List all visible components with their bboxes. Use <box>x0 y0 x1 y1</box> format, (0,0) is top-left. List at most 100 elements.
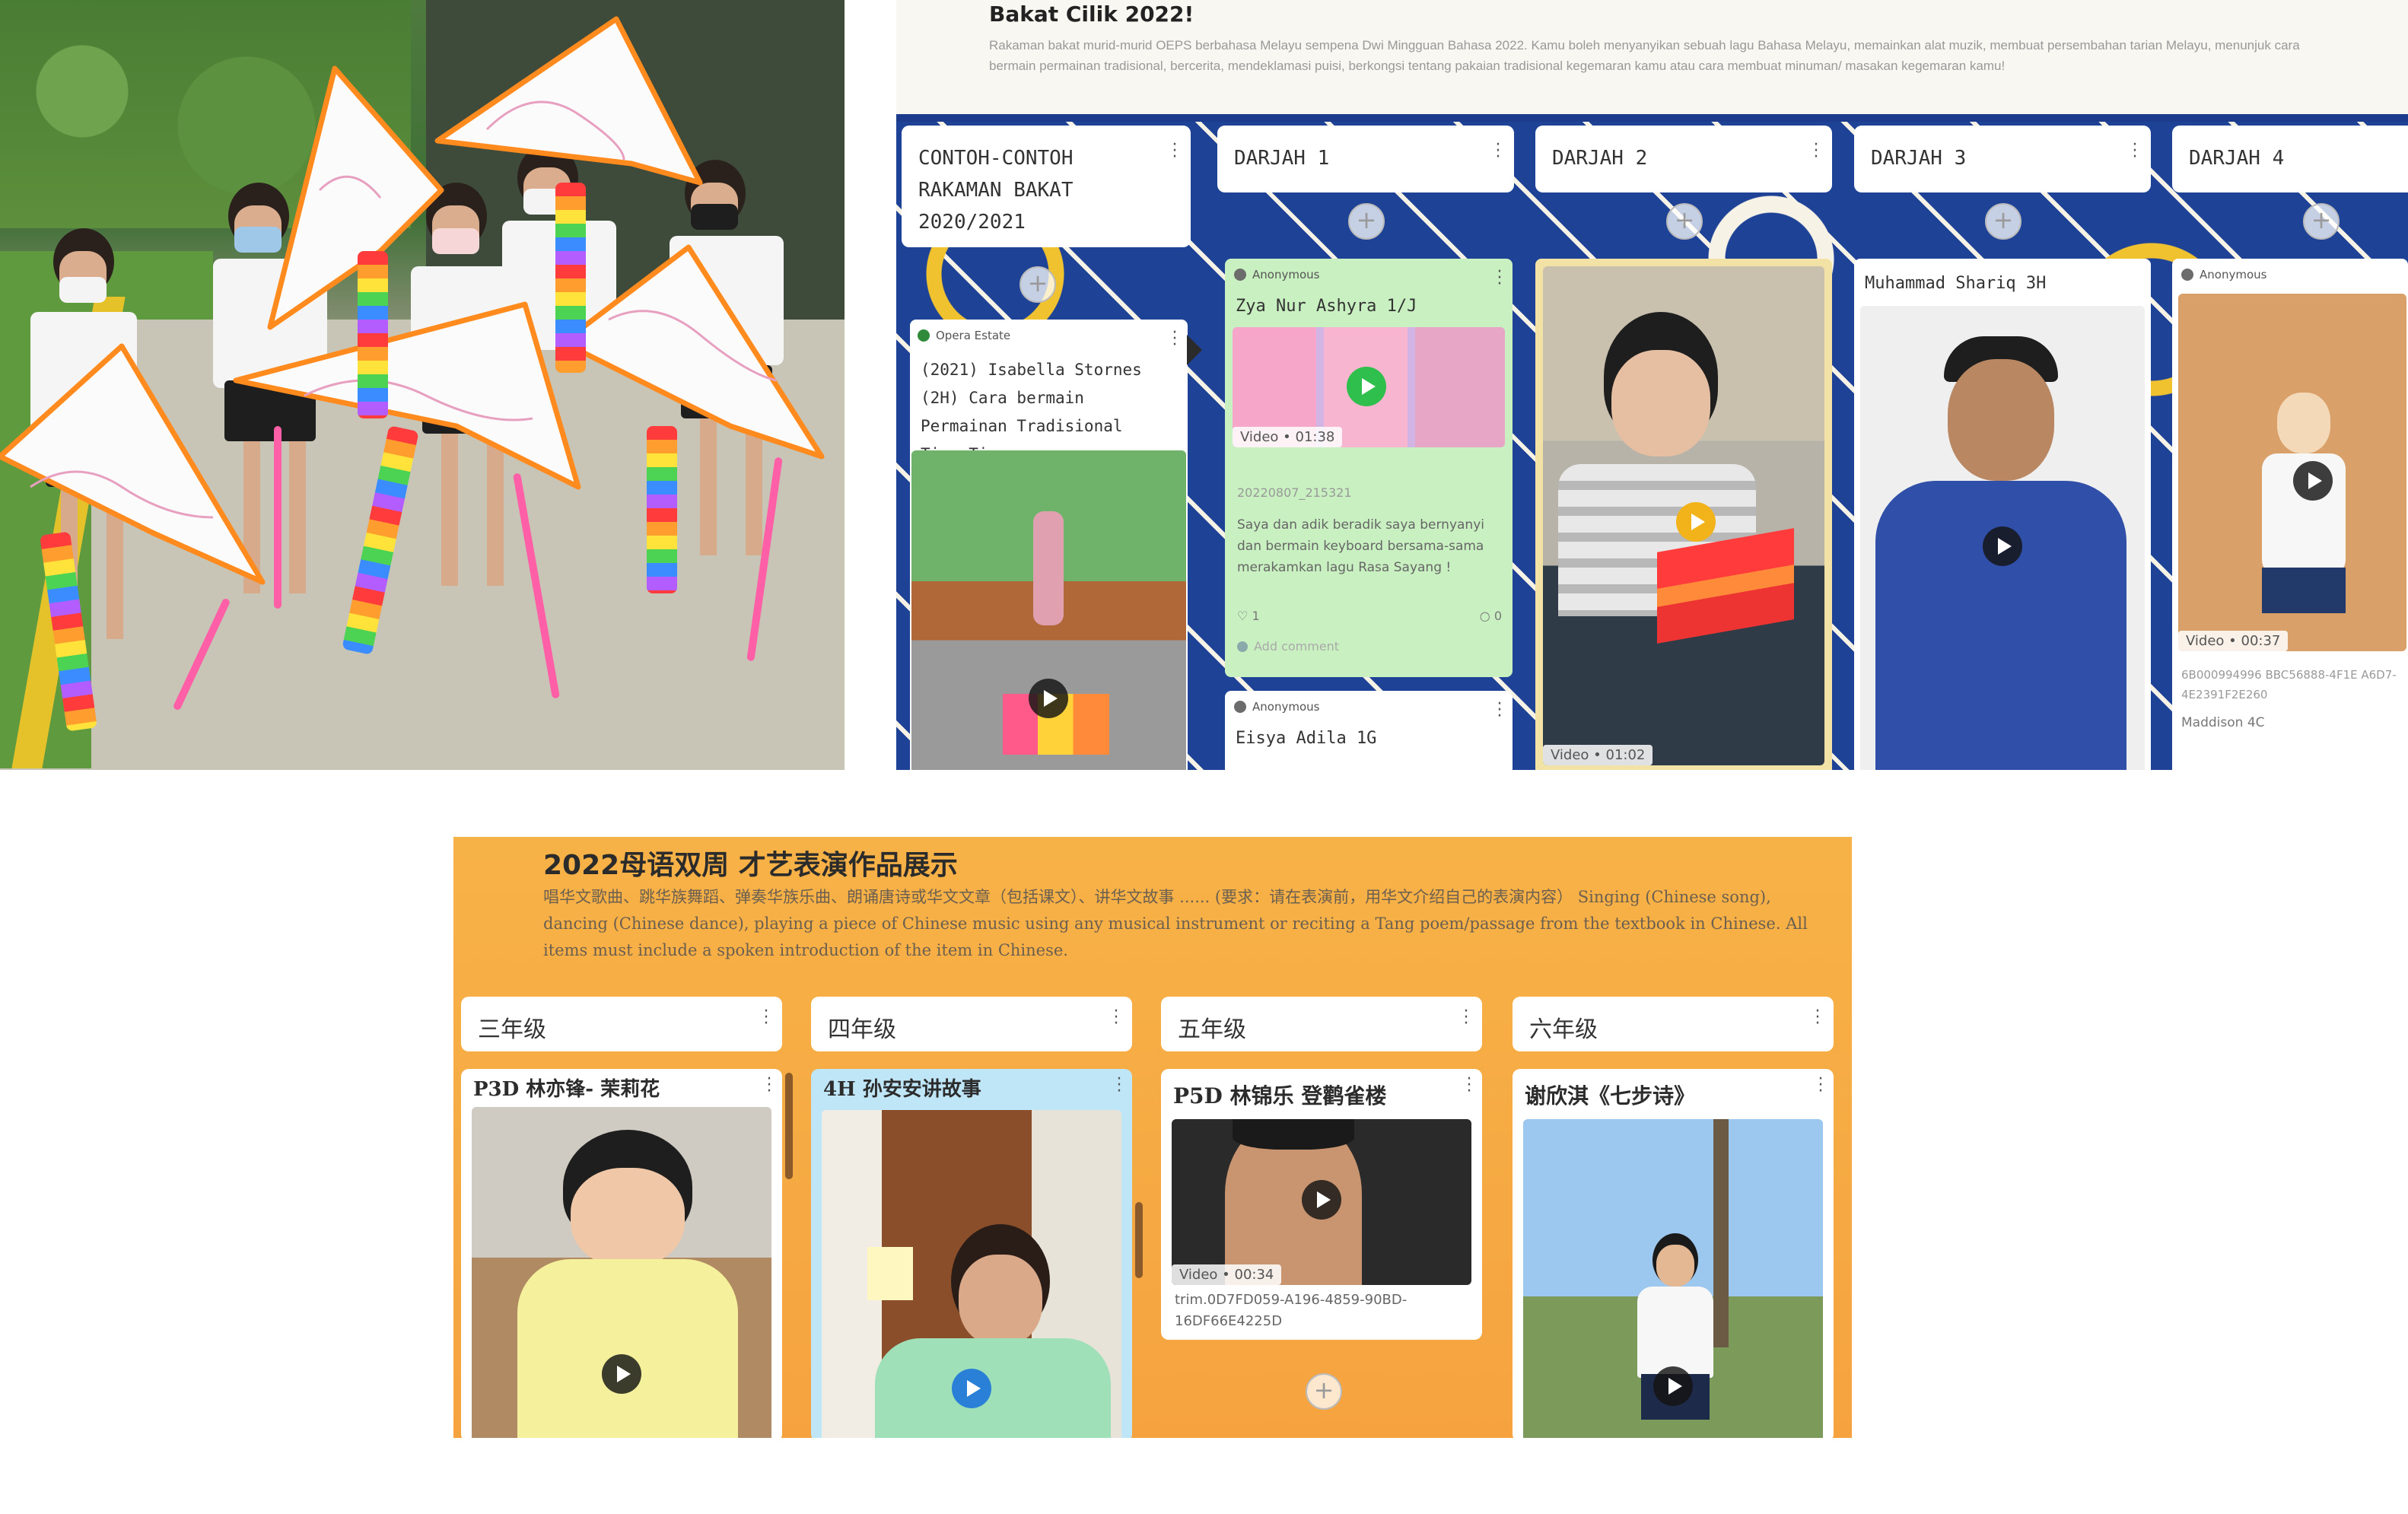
post-title: Eisya Adila 1G <box>1236 729 1377 748</box>
child-face <box>1656 1245 1694 1287</box>
play-icon[interactable] <box>952 1369 991 1408</box>
post-card[interactable]: Anonymous · · · Eisya Adila 1G <box>1225 691 1513 770</box>
scrollbar[interactable] <box>1135 1202 1143 1278</box>
video-thumbnail[interactable] <box>1860 306 2145 770</box>
video-thumbnail[interactable] <box>911 450 1186 770</box>
play-icon[interactable] <box>1983 526 2022 566</box>
video-thumbnail[interactable] <box>1523 1119 1823 1438</box>
palm-trunk <box>1713 1119 1729 1347</box>
post-card[interactable]: Video • 01:02 <box>1535 259 1832 770</box>
play-icon[interactable] <box>1029 679 1068 718</box>
yellow-shirt <box>517 1259 738 1438</box>
scrollbar[interactable] <box>785 1073 793 1179</box>
more-options-icon[interactable]: · · · <box>1815 1071 1826 1100</box>
post-caption: Maddison 4C <box>2181 715 2265 730</box>
play-icon[interactable] <box>1676 502 1716 542</box>
add-post-icon[interactable]: + <box>1666 203 1703 240</box>
file-name: 6B000994996 BBC56888-4F1E A6D7-4E2391F2E… <box>2181 668 2397 701</box>
child-face <box>959 1255 1042 1346</box>
video-thumbnail[interactable]: Video • 00:37 <box>2178 294 2406 651</box>
more-options-icon[interactable]: · · · <box>1169 137 1180 166</box>
sticky-note <box>867 1247 913 1300</box>
kite-tail <box>555 183 586 373</box>
column-title: 三年级 <box>478 1016 546 1043</box>
column-title: DARJAH 3 <box>1871 147 1967 170</box>
video-duration: Video • 00:37 <box>2178 631 2289 651</box>
video-duration: Video • 00:34 <box>1172 1264 1282 1285</box>
post-card[interactable]: 4H 孙安安讲故事 · · · <box>811 1069 1132 1438</box>
more-options-icon[interactable]: · · · <box>1169 325 1180 354</box>
more-options-icon[interactable]: · · · <box>1464 1071 1474 1100</box>
column-header[interactable]: 六年级 · · · <box>1513 997 1834 1051</box>
post-card[interactable]: P5D 林锦乐 登鹳雀楼 · · · Video • 00:34 trim.0D7F… <box>1161 1069 1482 1340</box>
add-post-icon[interactable]: + <box>1985 203 2022 240</box>
comment-icon: ○ <box>1479 609 1490 623</box>
add-post-icon[interactable]: + <box>1020 266 1056 303</box>
kite-tail <box>358 251 388 418</box>
more-options-icon[interactable]: · · · <box>1461 1004 1471 1032</box>
video-thumbnail[interactable]: Video • 00:34 <box>1172 1119 1471 1285</box>
more-options-icon[interactable]: · · · <box>764 1071 775 1100</box>
play-icon[interactable] <box>2293 461 2333 501</box>
post-card[interactable]: Anonymous · · · Zya Nur Ashyra 1/J Video •… <box>1225 259 1513 677</box>
post-title: P3D 林亦锋- 茉莉花 <box>473 1078 660 1101</box>
column-header[interactable]: 五年级 · · · <box>1161 997 1482 1051</box>
child-figure <box>1033 511 1064 625</box>
comment-count[interactable]: ○ 0 <box>1480 609 1502 623</box>
column-title: CONTOH-CONTOH RAKAMAN BAKAT 2020/2021 <box>918 147 1074 234</box>
column-header[interactable]: CONTOH-CONTOH RAKAMAN BAKAT 2020/2021 · ·… <box>902 126 1191 247</box>
post-author: Opera Estate <box>918 329 1010 342</box>
post-title: P5D 林锦乐 登鹳雀楼 <box>1173 1083 1387 1108</box>
post-card[interactable]: 谢欣淇《七步诗》 · · · <box>1513 1069 1834 1438</box>
video-thumbnail[interactable]: Video • 01:02 <box>1543 266 1824 765</box>
like-button[interactable]: ♡ 1 <box>1237 609 1260 623</box>
more-options-icon[interactable]: · · · <box>1114 1071 1124 1100</box>
more-options-icon[interactable]: · · · <box>1812 1004 1823 1032</box>
column-header[interactable]: DARJAH 1 · · · <box>1217 126 1514 192</box>
child-face <box>1948 359 2054 481</box>
video-thumbnail[interactable] <box>822 1110 1121 1438</box>
play-icon[interactable] <box>1653 1366 1693 1406</box>
video-thumbnail[interactable]: Video • 01:38 <box>1233 327 1505 447</box>
post-card[interactable]: Anonymous Video • 00:37 6B000994996 BBC5… <box>2172 259 2408 770</box>
post-title: Zya Nur Ashyra 1/J <box>1236 297 1417 316</box>
video-thumbnail[interactable] <box>472 1107 771 1438</box>
post-title: 4H 孙安安讲故事 <box>823 1078 981 1101</box>
more-options-icon[interactable]: · · · <box>1494 696 1505 725</box>
post-author: Anonymous <box>1234 268 1319 281</box>
post-title: Muhammad Shariq 3H <box>1865 274 2047 293</box>
add-post-icon[interactable]: + <box>1348 203 1385 240</box>
board-title: Bakat Cilik 2022! <box>989 2 1194 27</box>
kites-photo <box>0 0 845 770</box>
more-options-icon[interactable]: · · · <box>1811 137 1821 166</box>
more-options-icon[interactable]: · · · <box>1494 264 1505 293</box>
chinese-talent-padlet: 2022母语双周 才艺表演作品展示 唱华文歌曲、跳华族舞蹈、弹奏华族乐曲、朗诵唐… <box>453 837 1852 1438</box>
more-options-icon[interactable]: · · · <box>1493 137 1503 166</box>
column-header[interactable]: DARJAH 4 <box>2172 126 2408 192</box>
more-options-icon[interactable]: · · · <box>1111 1004 1121 1032</box>
add-post-icon[interactable]: + <box>2303 203 2340 240</box>
child-face <box>571 1168 685 1267</box>
thumb-frame <box>1415 327 1505 447</box>
post-card[interactable]: P3D 林亦锋- 茉莉花 · · · <box>461 1069 782 1438</box>
play-icon[interactable] <box>1302 1180 1341 1220</box>
column-header[interactable]: 三年级 · · · <box>461 997 782 1051</box>
column-header[interactable]: DARJAH 2 · · · <box>1535 126 1832 192</box>
board-description: 唱华文歌曲、跳华族舞蹈、弹奏华族乐曲、朗诵唐诗或华文文章（包括课文）、讲华文故事… <box>543 888 1808 959</box>
more-options-icon[interactable]: · · · <box>2130 137 2140 166</box>
kites-illustration <box>0 16 825 585</box>
post-card[interactable]: Opera Estate · · · (2021) Isabella Stornes… <box>910 320 1188 770</box>
column-header[interactable]: DARJAH 3 · · · <box>1854 126 2151 192</box>
column-header[interactable]: 四年级 · · · <box>811 997 1132 1051</box>
green-shirt <box>875 1338 1111 1438</box>
column-title: DARJAH 1 <box>1234 147 1330 170</box>
add-post-icon[interactable]: + <box>1306 1373 1342 1410</box>
bakat-cilik-padlet: Bakat Cilik 2022! Rakaman bakat murid-mu… <box>896 0 2408 770</box>
play-icon[interactable] <box>1347 367 1386 406</box>
avatar <box>918 329 930 342</box>
post-card[interactable]: Muhammad Shariq 3H <box>1854 259 2151 770</box>
add-comment-button[interactable]: Add comment <box>1237 639 1339 654</box>
play-icon[interactable] <box>602 1354 641 1394</box>
file-name: trim.0D7FD059-A196-4859-90BD-16DF66E4225… <box>1175 1292 1408 1329</box>
more-options-icon[interactable]: · · · <box>761 1004 771 1032</box>
